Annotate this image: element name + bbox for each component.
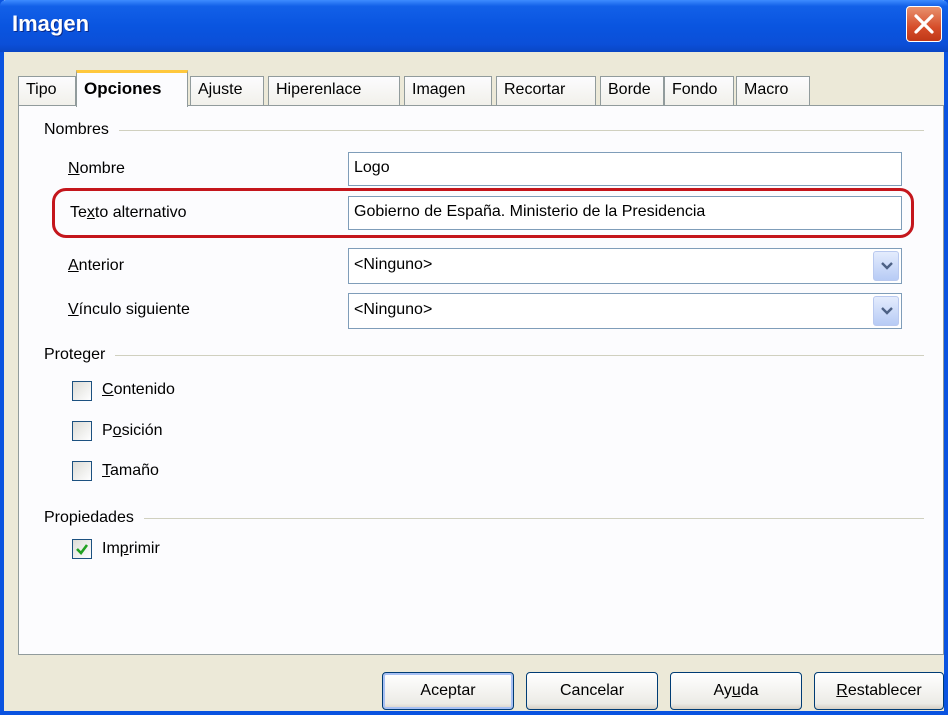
proteger-section-label: Proteger	[44, 346, 116, 364]
anterior-label: Anterior	[68, 257, 125, 274]
tab-label: Borde	[608, 81, 651, 98]
tab-label: Tipo	[26, 81, 57, 98]
imprimir-checkbox[interactable]	[72, 539, 92, 559]
alt-text-label: Texto alternativo	[70, 204, 187, 221]
alt-text-input[interactable]: Gobierno de España. Ministerio de la Pre…	[348, 196, 902, 230]
chevron-down-icon	[881, 307, 893, 315]
proteger-divider	[44, 355, 924, 356]
nombres-section-label: Nombres	[44, 121, 119, 139]
tab-hiperenlace[interactable]: Hiperenlace	[268, 76, 400, 106]
tab-macro[interactable]: Macro	[736, 76, 810, 106]
restablecer-button[interactable]: Restablecer	[814, 672, 944, 710]
nombre-label: Nombre	[68, 160, 125, 177]
title-bar[interactable]: Imagen	[0, 0, 948, 52]
contenido-checkbox[interactable]	[72, 381, 92, 401]
tab-fondo[interactable]: Fondo	[664, 76, 734, 106]
propiedades-divider	[44, 518, 924, 519]
tab-borde[interactable]: Borde	[600, 76, 664, 106]
tab-imagen[interactable]: Imagen	[404, 76, 492, 106]
tamano-checkbox[interactable]	[72, 461, 92, 481]
aceptar-button[interactable]: Aceptar	[382, 672, 514, 710]
posicion-label[interactable]: Posición	[102, 422, 162, 440]
tab-label: Fondo	[672, 81, 718, 98]
tab-tipo[interactable]: Tipo	[18, 76, 76, 106]
image-dialog: Imagen Tipo Opciones Ajuste Hiperenlace …	[0, 0, 948, 715]
dialog-title: Imagen	[12, 11, 90, 36]
vinculo-siguiente-select[interactable]: <Ninguno>	[348, 293, 902, 329]
contenido-label[interactable]: Contenido	[102, 381, 175, 399]
nombre-input[interactable]: Logo	[348, 152, 902, 186]
tab-opciones[interactable]: Opciones	[76, 70, 188, 107]
tab-label: Opciones	[84, 79, 162, 98]
close-button[interactable]	[906, 6, 942, 42]
ayuda-button[interactable]: Ayuda	[670, 672, 802, 710]
tab-label: Macro	[744, 81, 789, 98]
tab-label: Recortar	[504, 81, 566, 98]
nombres-divider	[44, 130, 924, 131]
nombre-label-rest: ombre	[79, 160, 125, 177]
tab-label: Hiperenlace	[276, 81, 362, 98]
tab-recortar[interactable]: Recortar	[496, 76, 596, 106]
cancelar-button[interactable]: Cancelar	[526, 672, 658, 710]
anterior-select[interactable]: <Ninguno>	[348, 248, 902, 284]
tab-label: Imagen	[412, 81, 466, 98]
tab-ajuste[interactable]: Ajuste	[190, 76, 264, 106]
tab-label: Ajuste	[198, 81, 243, 98]
checkmark-icon	[76, 544, 89, 555]
close-icon	[914, 14, 934, 34]
vinculo-siguiente-dropdown-button[interactable]	[873, 296, 899, 326]
imprimir-label[interactable]: Imprimir	[102, 540, 160, 558]
propiedades-section-label: Propiedades	[44, 509, 144, 527]
vinculo-siguiente-label: Vínculo siguiente	[68, 301, 190, 318]
anterior-value: <Ninguno>	[354, 256, 433, 273]
anterior-dropdown-button[interactable]	[873, 251, 899, 281]
chevron-down-icon	[881, 262, 893, 270]
posicion-checkbox[interactable]	[72, 421, 92, 441]
vinculo-siguiente-value: <Ninguno>	[354, 301, 433, 318]
tamano-label[interactable]: Tamaño	[102, 462, 159, 480]
